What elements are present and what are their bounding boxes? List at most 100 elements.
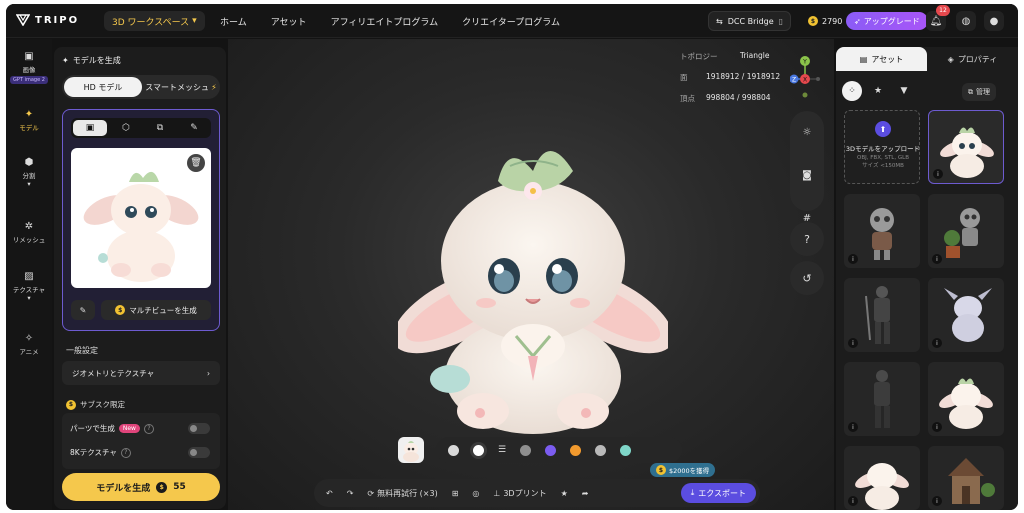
generate-multiview-button[interactable]: $ マルチビューを生成 [101, 300, 211, 320]
ar-button[interactable]: ◎ [472, 489, 479, 498]
rail-item-remesh[interactable]: ✲ リメッシュ [6, 221, 52, 244]
tab-assets[interactable]: ▤ アセット [836, 47, 927, 71]
filter-all-button[interactable]: ⁘ [842, 81, 862, 101]
delete-image-button[interactable]: 🗑︎ [187, 154, 205, 172]
multiview-label: マルチビューを生成 [129, 305, 197, 315]
lighting-button[interactable]: ☼ [803, 111, 812, 154]
gift-button[interactable]: ⊞ [452, 489, 459, 498]
info-icon[interactable]: i [932, 496, 942, 506]
bounty-tag[interactable]: $ $2000を獲得 [650, 463, 716, 477]
nav-assets[interactable]: アセット [271, 15, 307, 28]
3d-viewport[interactable]: トポロジー Triangle 面 1918912 / 1918912 頂点 99… [228, 39, 834, 510]
upload-formats-text: OBJ, FBX, STL, GLB [857, 155, 909, 161]
asset-tile-house[interactable]: i [928, 446, 1004, 510]
material-silver[interactable] [595, 444, 607, 456]
material-teal[interactable] [620, 444, 632, 456]
tab-single-image[interactable]: ▣ [73, 120, 107, 136]
material-white-clay[interactable] [448, 444, 459, 456]
top-bar: TRIPO 3D ワークスペース ▾ ホーム アセット アフィリエイトプログラム… [6, 4, 1018, 38]
reference-thumbnail[interactable] [398, 437, 424, 463]
language-button[interactable]: ◍ [956, 11, 976, 31]
info-icon[interactable]: i [848, 338, 858, 348]
material-textured-selected[interactable] [473, 444, 484, 456]
info-icon[interactable]: i [848, 422, 858, 432]
coin-icon: $ [808, 16, 818, 26]
retry-button[interactable]: ⟳ 無料再試行 (×3) [367, 488, 437, 499]
main-nav: ホーム アセット アフィリエイトプログラム クリエイタープログラム [220, 4, 560, 38]
asset-tile-dark-soldier[interactable]: i [844, 362, 920, 436]
tab-properties[interactable]: ◈ プロパティ [927, 47, 1018, 71]
faces-label: 面 [680, 73, 688, 82]
share-icon: ➦ [581, 488, 589, 498]
filter-favorites-button[interactable]: ★ [868, 81, 888, 101]
mode-hd-button[interactable]: HD モデル [64, 77, 142, 97]
material-gray[interactable] [520, 444, 532, 456]
info-icon[interactable]: i [933, 169, 943, 179]
mode-smart-mesh-button[interactable]: スマートメッシュ ⚡︎ [142, 77, 220, 97]
mesh-stats: トポロジー Triangle 面 1918912 / 1918912 頂点 99… [680, 51, 780, 114]
generate-model-button[interactable]: モデルを生成 $ 55 [62, 473, 220, 501]
credits-counter[interactable]: $ 2790 [804, 11, 846, 31]
input-image-preview[interactable]: 🗑︎ [71, 148, 211, 288]
input-card: ▣ ⬡ ⧉ ✎ 🗑︎ ✎ $ マルチビューを生成 [62, 109, 220, 331]
tab-cube[interactable]: ⬡ [109, 118, 143, 138]
bunny-3d-model[interactable] [398, 111, 668, 441]
edit-image-button[interactable]: ✎ [71, 300, 95, 320]
parts-generate-toggle[interactable] [188, 423, 210, 434]
material-purple[interactable] [545, 444, 557, 456]
info-icon[interactable]: i [848, 254, 858, 264]
info-icon[interactable]: i [932, 338, 942, 348]
redo-button[interactable]: ↷ [347, 489, 354, 498]
panel-title: ✦ モデルを生成 [62, 55, 121, 66]
asset-tile-robot[interactable]: i [844, 194, 920, 268]
asset-tile-bunny-2[interactable]: i [928, 362, 1004, 436]
rail-item-animate[interactable]: ✧ アニメ [6, 333, 52, 356]
geometry-texture-row[interactable]: ジオメトリとテクスチャ › [62, 361, 220, 385]
export-button[interactable]: ⤓ エクスポート [680, 483, 756, 503]
undo-button[interactable]: ↶ [326, 489, 333, 498]
history-button[interactable]: ↺ [790, 261, 824, 295]
texture-8k-toggle[interactable] [188, 447, 210, 458]
share-button[interactable]: ➦ [582, 489, 589, 498]
3d-print-button[interactable]: ⊥ 3Dプリント [493, 488, 546, 499]
nav-affiliate[interactable]: アフィリエイトプログラム [331, 15, 439, 28]
workspace-dropdown[interactable]: 3D ワークスペース ▾ [104, 11, 205, 31]
asset-tile-white-creature[interactable]: i [928, 278, 1004, 352]
asset-tile-bunny-3[interactable]: i [844, 446, 920, 510]
info-icon[interactable]: i [848, 496, 858, 506]
brand-logo[interactable]: TRIPO [16, 14, 79, 26]
rail-item-texture[interactable]: ▨ テクスチャ ▾ [6, 271, 52, 302]
input-type-tabs: ▣ ⬡ ⧉ ✎ [71, 118, 211, 138]
help-button[interactable]: ? [790, 222, 824, 256]
rail-item-model[interactable]: ✦ モデル [6, 109, 52, 132]
upload-model-tile[interactable]: ⬆ 3Dモデルをアップロード OBJ, FBX, STL, GLB サイズ <1… [844, 110, 920, 184]
filter-button[interactable]: ▼ [894, 81, 914, 101]
manage-button[interactable]: ⧉ 管理 [962, 83, 996, 101]
tab-sketch[interactable]: ✎ [177, 118, 211, 138]
nav-home[interactable]: ホーム [220, 15, 247, 28]
gpt-image-tag: GPT image 2 [10, 76, 48, 84]
asset-tile-armored-warrior[interactable]: i [844, 278, 920, 352]
screenshot-button[interactable]: ◙ [802, 154, 812, 197]
upgrade-button[interactable]: ➶ アップグレード [846, 12, 928, 30]
nav-creator[interactable]: クリエイタープログラム [462, 15, 560, 28]
material-settings-button[interactable]: ☰ [498, 445, 506, 456]
rail-item-image[interactable]: ▣ 画像 GPT image 2 [6, 51, 52, 84]
bottom-action-bar: ↶ ↷ ⟳ 無料再試行 (×3) ⊞ ◎ ⊥ 3Dプリント ★ ➦ ⤓ エクスポ… [314, 479, 760, 507]
help-icon[interactable]: ? [120, 447, 131, 458]
help-icon[interactable]: ? [143, 423, 154, 434]
tab-multi-image[interactable]: ⧉ [143, 118, 177, 138]
axis-gizmo[interactable]: Y X Z [790, 53, 820, 105]
asset-tile-robot-plant[interactable]: i [928, 194, 1004, 268]
edit-pencil-icon: ✎ [79, 305, 87, 315]
material-orange[interactable] [570, 444, 582, 456]
info-icon[interactable]: i [932, 254, 942, 264]
sliders-icon: ☰ [498, 444, 507, 455]
notification-badge: 12 [936, 5, 950, 16]
rail-item-segment[interactable]: ⬢ 分割 ▾ [6, 157, 52, 188]
info-icon[interactable]: i [932, 422, 942, 432]
asset-tile-bunny-selected[interactable]: i [928, 110, 1004, 184]
favorite-button[interactable]: ★ [561, 489, 568, 498]
dcc-bridge-button[interactable]: ⇆ DCC Bridge ▯ [708, 11, 792, 31]
profile-button[interactable]: ● [984, 11, 1004, 31]
